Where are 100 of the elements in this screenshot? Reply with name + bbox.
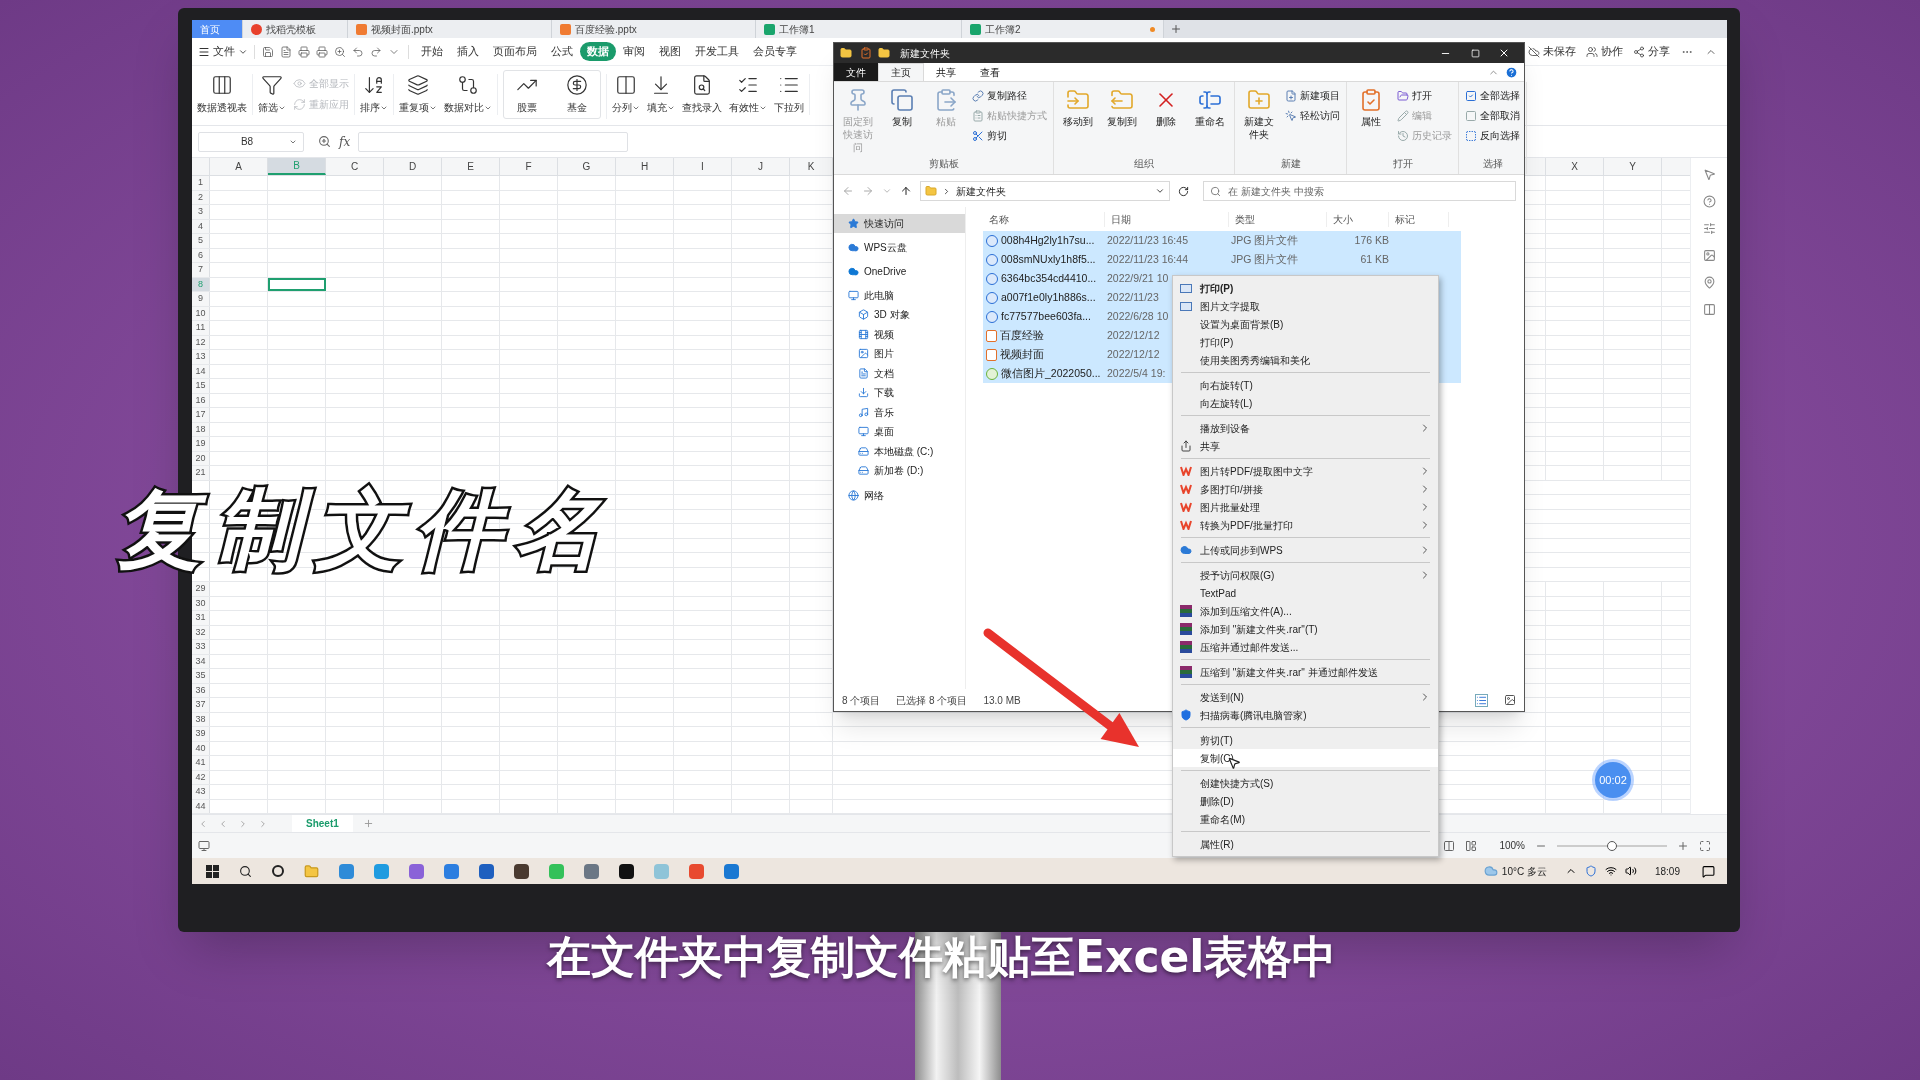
menu-item[interactable]: 向左旋转(L) — [1173, 394, 1438, 412]
breadcrumb-item[interactable]: 新建文件夹 — [956, 183, 1006, 199]
pointer-icon[interactable] — [1702, 168, 1716, 181]
page-break-icon[interactable] — [1465, 839, 1478, 852]
save-icon[interactable] — [262, 45, 274, 58]
menu-tab[interactable]: 数据 — [580, 41, 616, 62]
sliders-icon[interactable] — [1702, 222, 1716, 235]
row-number[interactable]: 11 — [192, 321, 210, 335]
toolbar-button[interactable]: 重复项 — [399, 74, 437, 115]
ribbon-button[interactable]: 打开 — [1397, 88, 1452, 103]
ribbon-tab[interactable]: 文件 — [834, 63, 878, 81]
menu-item[interactable]: 播放到设备 — [1173, 419, 1438, 437]
menu-item[interactable]: 转换为PDF/批量打印 — [1173, 516, 1438, 534]
row-number[interactable]: 33 — [192, 640, 210, 654]
nav-item[interactable]: 本地磁盘 (C:) — [834, 441, 965, 461]
zoom-icon[interactable] — [334, 45, 346, 58]
menu-tab[interactable]: 插入 — [450, 41, 486, 62]
image-icon[interactable] — [1702, 249, 1716, 262]
app-icon[interactable] — [514, 863, 529, 879]
toolbar-button[interactable]: 数据透视表 — [197, 74, 247, 115]
menu-tab[interactable]: 会员专享 — [746, 41, 804, 62]
ribbon-tab[interactable]: 共享 — [924, 63, 968, 81]
column-header[interactable]: F — [500, 158, 558, 175]
file-menu[interactable]: 文件 — [196, 43, 250, 60]
column-header[interactable]: 日期 — [1105, 211, 1229, 227]
column-header[interactable]: D — [384, 158, 442, 175]
ribbon-tab[interactable]: 主页 — [878, 63, 924, 81]
sheet-tab[interactable]: Sheet1 — [292, 815, 353, 832]
menu-item[interactable]: 图片批量处理 — [1173, 498, 1438, 516]
nav-item[interactable]: 3D 对象 — [834, 305, 965, 325]
column-header[interactable]: Y — [1604, 158, 1662, 175]
ribbon-button[interactable]: 新建文件夹 — [1241, 88, 1277, 141]
row-number[interactable]: 9 — [192, 292, 210, 306]
macro-icon[interactable] — [198, 839, 210, 852]
app-icon[interactable] — [619, 863, 634, 879]
menu-item[interactable]: 多图打印/拼接 — [1173, 480, 1438, 498]
menu-tab[interactable]: 开发工具 — [688, 41, 746, 62]
volume-icon[interactable] — [1624, 865, 1637, 877]
column-header[interactable]: H — [616, 158, 674, 175]
thumbnail-view-icon[interactable] — [1504, 694, 1516, 706]
search-icon[interactable] — [239, 864, 252, 878]
columns-icon[interactable] — [1702, 303, 1716, 316]
file-row[interactable]: 008smNUxly1h8f5... 2022/11/23 16:44 JPG 图片文件 61 KB — [983, 250, 1461, 269]
row-number[interactable]: 13 — [192, 350, 210, 364]
windows-logo-icon[interactable] — [206, 864, 219, 878]
row-number[interactable]: 15 — [192, 379, 210, 393]
zoom-slider-thumb[interactable] — [1607, 840, 1617, 851]
ribbon-tab[interactable]: 查看 — [968, 63, 1012, 81]
row-number[interactable]: 17 — [192, 408, 210, 422]
document-tab[interactable]: 找稻壳模板 — [243, 20, 348, 38]
nav-item[interactable]: 桌面 — [834, 422, 965, 442]
menu-item[interactable]: 删除(D) — [1173, 792, 1438, 810]
nav-item[interactable]: 新加卷 (D:) — [834, 461, 965, 481]
up-icon[interactable] — [900, 185, 912, 197]
toolbar-button[interactable]: 排序 — [360, 74, 388, 115]
help-icon[interactable] — [1702, 195, 1716, 208]
address-bar[interactable]: 新建文件夹 — [920, 181, 1170, 201]
file-row[interactable]: 008h4Hg2ly1h7su... 2022/11/23 16:45 JPG 图片文件 176 KB — [983, 231, 1461, 250]
menu-item[interactable]: 压缩到 "新建文件夹.rar" 并通过邮件发送 — [1173, 663, 1438, 681]
ribbon-button[interactable]: 移动到 — [1060, 88, 1096, 128]
toolbar-action[interactable]: 分享 — [1633, 43, 1670, 60]
menu-tab[interactable]: 审阅 — [616, 41, 652, 62]
menu-item[interactable]: 图片文字提取 — [1173, 297, 1438, 315]
column-header[interactable]: 类型 — [1229, 211, 1327, 227]
nav-item[interactable]: 文档 — [834, 363, 965, 383]
column-header[interactable]: G — [558, 158, 616, 175]
menu-item[interactable]: TextPad — [1173, 584, 1438, 602]
row-number[interactable]: 35 — [192, 669, 210, 683]
add-sheet-icon[interactable] — [362, 818, 374, 829]
ribbon-button[interactable]: 复制路径 — [972, 88, 1047, 103]
row-number[interactable]: 7 — [192, 263, 210, 277]
printer-icon[interactable] — [298, 45, 310, 58]
pin-icon[interactable] — [1702, 276, 1716, 289]
nav-item[interactable]: 音乐 — [834, 402, 965, 422]
refresh-icon[interactable] — [1178, 185, 1189, 197]
menu-item[interactable]: 添加到压缩文件(A)... — [1173, 602, 1438, 620]
ribbon-button[interactable]: 反向选择 — [1465, 128, 1520, 143]
menu-item[interactable]: 共享 — [1173, 437, 1438, 455]
toolbar-button[interactable]: 基金 — [554, 74, 600, 115]
nav-item[interactable]: 快速访问 — [834, 214, 965, 233]
page-layout-icon[interactable] — [1443, 839, 1456, 852]
nav-item[interactable]: 此电脑 — [834, 286, 965, 305]
row-number[interactable]: 21 — [192, 466, 210, 480]
toolbar-action[interactable]: 未保存 — [1528, 43, 1576, 60]
toolbar-button[interactable]: 筛选 — [258, 74, 286, 115]
ribbon-button[interactable]: 全部取消 — [1465, 108, 1520, 123]
menu-item[interactable]: 使用美图秀秀编辑和美化 — [1173, 351, 1438, 369]
shield-icon[interactable] — [1584, 865, 1597, 877]
row-number[interactable]: 5 — [192, 234, 210, 248]
nav-item[interactable]: 网络 — [834, 485, 965, 505]
row-number[interactable]: 1 — [192, 176, 210, 190]
column-header[interactable]: 大小 — [1327, 211, 1389, 227]
toolbar-button[interactable]: 数据对比 — [444, 74, 492, 115]
ribbon-button[interactable]: 剪切 — [972, 128, 1047, 143]
menu-tab[interactable]: 视图 — [652, 41, 688, 62]
network-icon[interactable] — [1604, 865, 1617, 877]
maximize-icon[interactable] — [1471, 48, 1480, 58]
menu-item[interactable]: 设置为桌面背景(B) — [1173, 315, 1438, 333]
document-tab[interactable]: 百度经验.pptx — [552, 20, 756, 38]
menu-tab[interactable]: 公式 — [544, 41, 580, 62]
